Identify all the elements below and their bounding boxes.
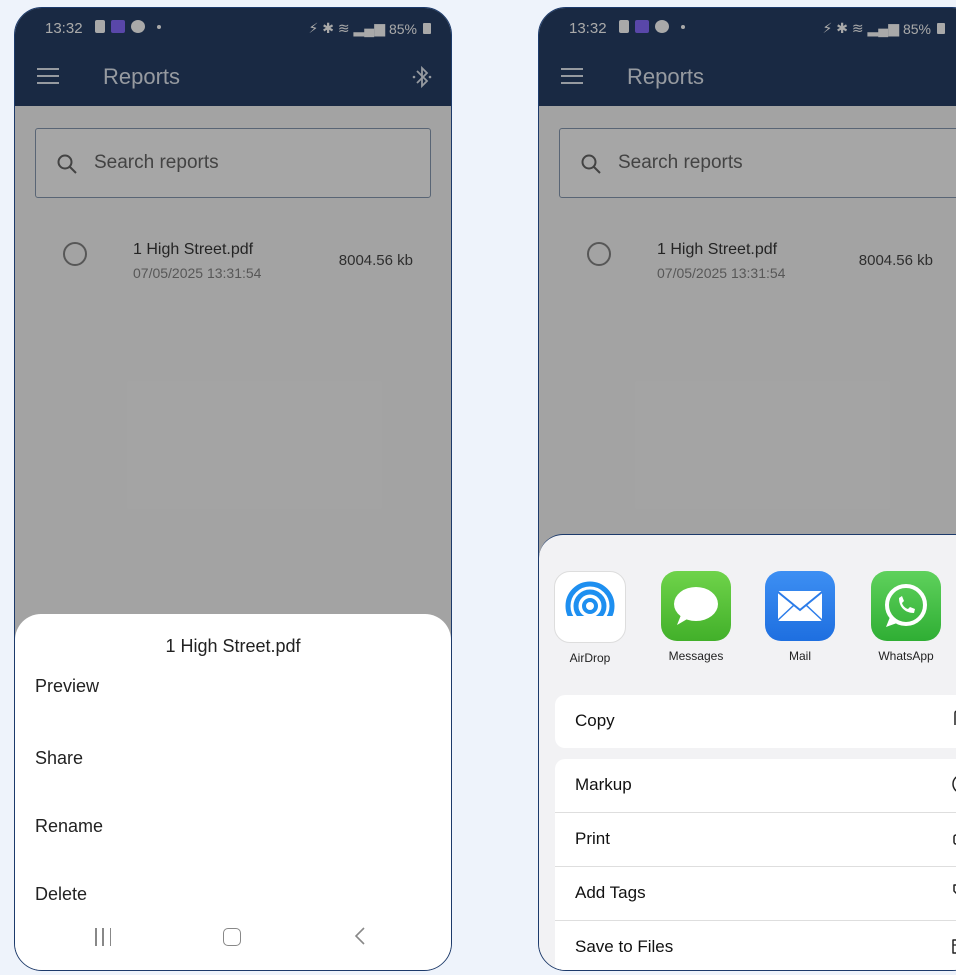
save-to-files-action[interactable]: Save to Files — [555, 921, 956, 970]
folder-icon — [952, 939, 956, 954]
add-tags-action[interactable]: Add Tags — [555, 867, 956, 921]
messages-icon — [661, 571, 731, 641]
save-to-files-label: Save to Files — [575, 937, 674, 956]
markup-action[interactable]: Markup — [555, 759, 956, 813]
copy-action[interactable]: Copy — [555, 695, 956, 748]
whatsapp-label: WhatsApp — [878, 649, 934, 663]
markup-icon — [952, 776, 956, 792]
copy-icon — [954, 710, 956, 725]
print-label: Print — [575, 829, 610, 848]
whatsapp-app[interactable]: WhatsApp — [869, 571, 943, 663]
share-sheet: AirDrop Messages Mail WhatsApp Copy Mark… — [539, 534, 956, 970]
phone-android: 13:32 ⚡ ✱ ≋ ▂▄▆ 85% Reports Search repor… — [14, 7, 452, 971]
home-icon[interactable] — [223, 928, 241, 946]
file-options-sheet: 1 High Street.pdf Preview Share Rename D… — [15, 614, 451, 970]
copy-label: Copy — [575, 711, 615, 730]
airdrop-label: AirDrop — [569, 651, 611, 665]
messages-app[interactable]: Messages — [659, 571, 733, 663]
print-action[interactable]: Print — [555, 813, 956, 867]
sheet-title: 1 High Street.pdf — [165, 636, 301, 656]
share-actions-group-1: Copy — [555, 695, 956, 748]
preview-option[interactable]: Preview — [35, 676, 99, 697]
share-actions-group-2: Markup Print Add Tags Save to Files — [555, 759, 956, 970]
airdrop-app[interactable]: AirDrop — [553, 571, 627, 665]
rename-option[interactable]: Rename — [35, 816, 103, 837]
messages-label: Messages — [668, 649, 724, 663]
airdrop-icon — [554, 571, 626, 643]
mail-label: Mail — [788, 649, 811, 663]
delete-option[interactable]: Delete — [35, 884, 87, 905]
mail-app[interactable]: Mail — [763, 571, 837, 663]
whatsapp-icon — [871, 571, 941, 641]
share-option[interactable]: Share — [35, 748, 83, 769]
markup-label: Markup — [575, 775, 632, 794]
print-icon — [953, 834, 956, 845]
back-icon[interactable] — [353, 926, 367, 946]
recents-icon[interactable] — [95, 928, 111, 946]
phone-ios: 13:32 ⚡ ✱ ≋ ▂▄▆ 85% Reports Search repor… — [538, 7, 956, 971]
add-tags-label: Add Tags — [575, 883, 646, 902]
android-nav-bar — [15, 908, 451, 970]
share-apps-row: AirDrop Messages Mail WhatsApp — [553, 571, 956, 681]
mail-icon — [765, 571, 835, 641]
tag-icon — [953, 884, 956, 895]
